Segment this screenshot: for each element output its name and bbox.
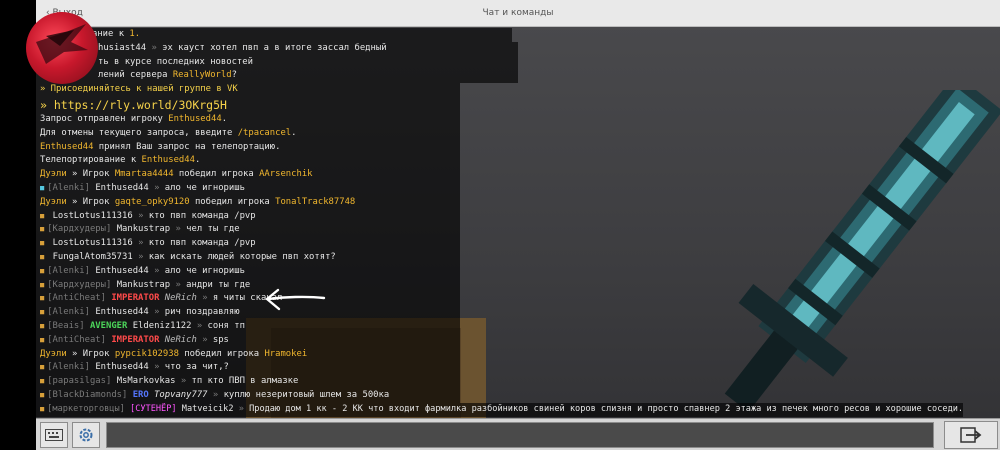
- chat-bullet-icon: ■: [40, 252, 45, 261]
- chat-line: Для отмены текущего запроса, введите /tp…: [36, 126, 460, 141]
- chat-bullet-icon: ■: [40, 363, 45, 372]
- chat-bullet-icon: ■: [40, 266, 45, 275]
- chat-bullet-icon: ■: [40, 239, 45, 248]
- chat-bullet-icon: ■: [40, 390, 45, 399]
- chat-line: » Присоединяйтесь к нашей группе в VK: [36, 83, 460, 97]
- send-icon: [960, 427, 982, 443]
- top-bar: ‹ Выход Чат и команды: [36, 0, 1000, 27]
- send-button[interactable]: [944, 421, 998, 449]
- chat-bullet-icon: ■: [40, 211, 45, 220]
- chat-line: ■ [AntiCheat] IMPERATOR NeRich » я читы с…: [36, 292, 460, 307]
- chat-bullet-icon: ■: [40, 404, 45, 413]
- chat-bullet-icon: ■: [40, 183, 45, 192]
- chat-line: ть в курсе последних новостей: [36, 55, 518, 70]
- chat-line: Enthused44 принял Ваш запрос на телепорт…: [36, 140, 460, 155]
- chat-line: Запрос отправлен игроку Enthused44.: [36, 112, 460, 127]
- chat-bullet-icon: ■: [40, 377, 45, 386]
- chat-line: Телепортирование к Enthused44.: [36, 154, 460, 169]
- chat-line: Дуэли » Игрок Mmartaa4444 победил игрока…: [36, 168, 460, 182]
- chat-line: Дуэли » Игрок gaqte_opky9120 победил игр…: [36, 195, 460, 210]
- chat-line: husiast44 » эх кауст хотел пвп а в итоге…: [36, 41, 518, 56]
- chat-line: ■ LostLotus111316 » кто пвп команда /pvp: [36, 209, 460, 224]
- settings-button[interactable]: [72, 422, 100, 448]
- chat-line: ■ [papasilgas] MsMarkovkas » тп кто ПВП в…: [36, 375, 460, 389]
- chat-bullet-icon: ■: [40, 335, 45, 344]
- bottom-bar: [36, 418, 1000, 450]
- avatar-icon: [36, 24, 88, 64]
- chat-input[interactable]: [106, 422, 934, 448]
- settings-icon: [79, 428, 93, 442]
- chat-line: ■ FungalAtom35731 » как искать людей кот…: [36, 250, 460, 265]
- keyboard-button[interactable]: [40, 422, 68, 448]
- group-link[interactable]: » https://rly.world/3OKrg5H: [40, 98, 227, 112]
- chat-line: ■ [Alenki] Enthused44 » рич поздравляю: [36, 306, 460, 320]
- avatar: [26, 12, 98, 84]
- chat-line: ■ LostLotus111316 » кто пвп команда /pvp: [36, 237, 460, 251]
- chat-line: лений сервера ReallyWorld?: [36, 69, 518, 84]
- keyboard-icon: [45, 429, 63, 441]
- window-title: Чат и команды: [482, 8, 554, 18]
- chat-log: ание к 1. husiast44 » эх кауст хотел пвп…: [36, 28, 1000, 418]
- chat-line: » https://rly.world/3OKrg5H: [36, 96, 460, 113]
- chat-line: ■ [Alenki] Enthused44 » что за чит,?: [36, 361, 460, 376]
- chat-line: ■ [маркеторговцы] [СУТЕНЁР] Matveicik2 » …: [36, 402, 964, 417]
- chat-line: ■ [BlackDiamonds] ERO Topvany777 » куплю …: [36, 388, 460, 403]
- chat-line: Дуэли » Игрок pypcik102938 победил игрок…: [36, 347, 460, 362]
- chat-bullet-icon: ■: [40, 308, 45, 317]
- chat-line: ■ [Beais] AVENGER Eldeniz1122 » соня тп: [36, 319, 460, 334]
- chat-line: ание к 1.: [36, 28, 512, 42]
- chat-line: ■ [AntiCheat] IMPERATOR NeRich » sps: [36, 333, 460, 348]
- chat-line: ■ [Кардхудеры] Mankustrap » чел ты где: [36, 223, 460, 238]
- chat-bullet-icon: ■: [40, 294, 45, 303]
- chat-line: ■ [Alenki] Enthused44 » ало че игноришь: [36, 264, 460, 279]
- chat-bullet-icon: ■: [40, 321, 45, 330]
- chat-line: ■ [Alenki] Enthused44 » ало че игноришь: [36, 181, 460, 196]
- chat-bullet-icon: ■: [40, 225, 45, 234]
- annotation-arrow-icon: [265, 288, 326, 311]
- chat-line: ■ [Кардхудеры] Mankustrap » андри ты где: [36, 278, 460, 293]
- player-name: husiast44: [98, 42, 147, 53]
- chat-bullet-icon: ■: [40, 280, 45, 289]
